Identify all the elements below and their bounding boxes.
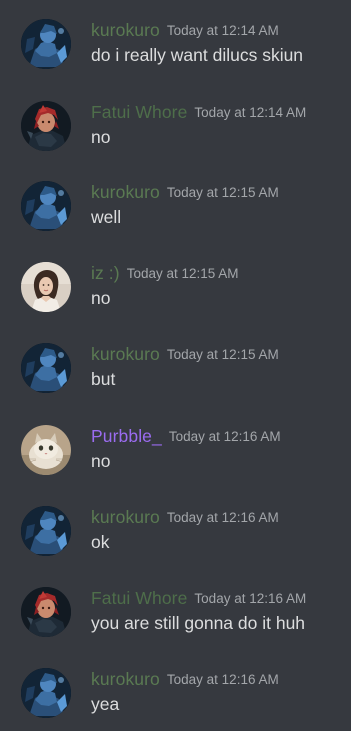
chat-message[interactable]: iz :) Today at 12:15 AM no xyxy=(0,262,351,340)
message-text: do i really want dilucs skiun xyxy=(91,45,304,65)
username[interactable]: Fatui Whore xyxy=(91,102,187,122)
chat-message[interactable]: Purbble_ Today at 12:16 AM no xyxy=(0,425,351,503)
message-text: no xyxy=(91,127,111,147)
username[interactable]: kurokuro xyxy=(91,344,160,364)
username[interactable]: Fatui Whore xyxy=(91,588,187,608)
user-avatar[interactable] xyxy=(21,587,71,637)
message-timestamp[interactable]: Today at 12:15 AM xyxy=(127,266,239,281)
message-header: kurokuro Today at 12:16 AM xyxy=(91,506,279,528)
message-timestamp[interactable]: Today at 12:14 AM xyxy=(194,105,306,120)
username[interactable]: Purbble_ xyxy=(91,426,162,446)
message-timestamp[interactable]: Today at 12:16 AM xyxy=(167,510,279,525)
user-avatar[interactable] xyxy=(21,101,71,151)
user-avatar[interactable] xyxy=(21,181,71,231)
user-avatar[interactable] xyxy=(21,262,71,312)
message-text: yea xyxy=(91,694,120,714)
message-text: well xyxy=(91,207,122,227)
user-avatar[interactable] xyxy=(21,343,71,393)
message-timestamp[interactable]: Today at 12:16 AM xyxy=(194,591,306,606)
message-header: Fatui Whore Today at 12:16 AM xyxy=(91,587,306,609)
chat-message[interactable]: kurokuro Today at 12:15 AM well xyxy=(0,181,351,259)
user-avatar[interactable] xyxy=(21,668,71,718)
message-timestamp[interactable]: Today at 12:14 AM xyxy=(167,23,279,38)
message-text: but xyxy=(91,369,116,389)
username[interactable]: iz :) xyxy=(91,263,120,283)
username[interactable]: kurokuro xyxy=(91,507,160,527)
message-text: ok xyxy=(91,532,110,552)
username[interactable]: kurokuro xyxy=(91,182,160,202)
user-avatar[interactable] xyxy=(21,19,71,69)
message-timestamp[interactable]: Today at 12:16 AM xyxy=(167,672,279,687)
chat-message[interactable]: kurokuro Today at 12:14 AM do i really wan… xyxy=(0,19,351,97)
username[interactable]: kurokuro xyxy=(91,20,160,40)
chat-message-list: kurokuro Today at 12:14 AM do i really wan… xyxy=(0,0,351,731)
message-header: kurokuro Today at 12:14 AM xyxy=(91,19,279,41)
message-timestamp[interactable]: Today at 12:16 AM xyxy=(169,429,281,444)
chat-message[interactable]: kurokuro Today at 12:16 AM yea xyxy=(0,668,351,731)
user-avatar[interactable] xyxy=(21,506,71,556)
message-timestamp[interactable]: Today at 12:15 AM xyxy=(167,185,279,200)
chat-message[interactable]: kurokuro Today at 12:16 AM ok xyxy=(0,506,351,584)
message-header: Purbble_ Today at 12:16 AM xyxy=(91,425,281,447)
message-header: kurokuro Today at 12:16 AM xyxy=(91,668,279,690)
message-text: no xyxy=(91,451,111,471)
chat-message[interactable]: Fatui Whore Today at 12:16 AM you are stil… xyxy=(0,587,351,665)
message-text: no xyxy=(91,288,111,308)
message-timestamp[interactable]: Today at 12:15 AM xyxy=(167,347,279,362)
message-text: you are still gonna do it huh xyxy=(91,613,306,633)
chat-message[interactable]: kurokuro Today at 12:15 AM but xyxy=(0,343,351,421)
message-header: Fatui Whore Today at 12:14 AM xyxy=(91,101,306,123)
message-header: kurokuro Today at 12:15 AM xyxy=(91,343,279,365)
chat-message[interactable]: Fatui Whore Today at 12:14 AM no xyxy=(0,101,351,179)
user-avatar[interactable] xyxy=(21,425,71,475)
username[interactable]: kurokuro xyxy=(91,669,160,689)
message-header: iz :) Today at 12:15 AM xyxy=(91,262,239,284)
message-header: kurokuro Today at 12:15 AM xyxy=(91,181,279,203)
